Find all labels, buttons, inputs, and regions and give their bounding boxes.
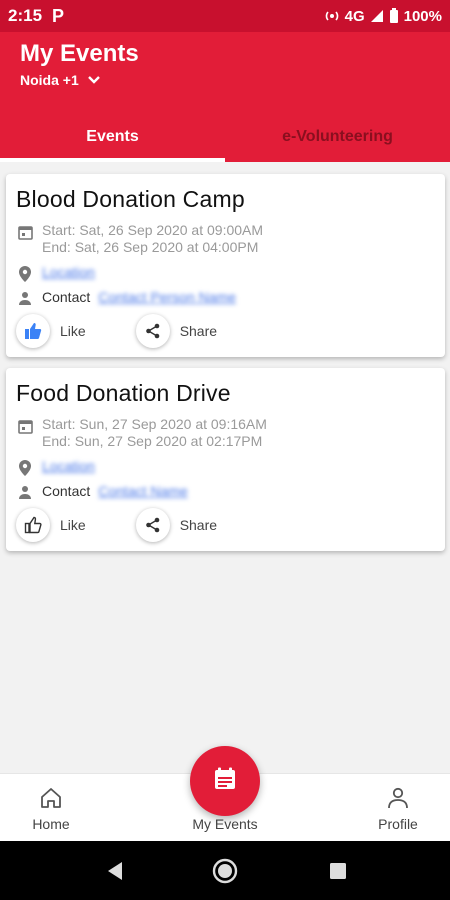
tab-e-volunteering[interactable]: e-Volunteering (225, 112, 450, 162)
thumbs-up-outline-icon (16, 508, 50, 542)
nav-home[interactable]: Home (20, 774, 82, 842)
nav-my-events-label: My Events (192, 816, 258, 832)
home-icon (39, 787, 63, 816)
event-card[interactable]: Food Donation Drive Start: Sun, 27 Sep 2… (6, 368, 445, 551)
signal-icon (370, 9, 384, 23)
person-icon (16, 483, 34, 499)
status-time: 2:15 (8, 6, 43, 25)
event-end: End: Sat, 26 Sep 2020 at 04:00PM (42, 239, 259, 255)
contact-link[interactable]: Contact Person Name (98, 289, 236, 305)
tab-events[interactable]: Events (0, 112, 225, 162)
page-title: My Events (20, 40, 139, 67)
share-icon (135, 314, 170, 348)
event-actions: Like Share (16, 508, 217, 542)
system-navigation-bar (0, 841, 450, 900)
share-icon (135, 508, 170, 542)
share-button[interactable]: Share (135, 314, 218, 348)
event-contact-row: Contact Contact Name (16, 483, 188, 499)
event-contact-row: Contact Contact Person Name (16, 289, 236, 305)
event-location-link[interactable]: Location (42, 458, 95, 474)
nav-profile-label: Profile (378, 816, 418, 832)
like-button[interactable]: Like (16, 508, 86, 542)
back-icon[interactable] (95, 841, 135, 900)
contact-label: Contact (42, 289, 91, 305)
my-events-fab[interactable] (190, 746, 260, 816)
like-button[interactable]: Like (16, 314, 86, 348)
event-title: Food Donation Drive (16, 380, 231, 406)
person-outline-icon (387, 787, 409, 816)
location-pin-icon (16, 264, 34, 282)
app-bar: My Events Noida +1 Events e-Volunteering (0, 32, 450, 162)
status-bar: 2:15 P 4G 100% (0, 0, 450, 32)
event-location-link[interactable]: Location (42, 264, 95, 280)
event-card[interactable]: Blood Donation Camp Start: Sat, 26 Sep 2… (6, 174, 445, 357)
event-location-row: Location (16, 264, 95, 282)
person-icon (16, 289, 34, 305)
event-dates: Start: Sat, 26 Sep 2020 at 09:00AM End: … (16, 222, 263, 256)
home-system-icon[interactable] (205, 841, 245, 900)
thumbs-up-filled-icon (16, 314, 50, 348)
like-label: Like (60, 517, 86, 533)
event-end: End: Sun, 27 Sep 2020 at 02:17PM (42, 433, 263, 449)
share-button[interactable]: Share (135, 508, 218, 542)
nav-profile[interactable]: Profile (368, 774, 428, 842)
network-type: 4G (344, 7, 365, 25)
like-label: Like (60, 323, 86, 339)
calendar-event-icon (212, 766, 238, 797)
event-start: Start: Sat, 26 Sep 2020 at 09:00AM (42, 222, 264, 238)
event-actions: Like Share (16, 314, 217, 348)
app-notification-icon: P (52, 5, 65, 26)
recents-icon[interactable] (318, 841, 358, 900)
tab-bar: Events e-Volunteering (0, 112, 450, 162)
location-pin-icon (16, 458, 34, 476)
share-label: Share (179, 517, 218, 533)
tab-label: e-Volunteering (282, 128, 393, 145)
battery-level: 100% (403, 7, 442, 25)
nav-home-label: Home (32, 816, 70, 832)
hotspot-icon (324, 8, 340, 24)
chevron-down-icon (87, 72, 101, 88)
tab-label: Events (86, 128, 139, 145)
contact-label: Contact (42, 483, 91, 499)
location-selector[interactable]: Noida +1 (20, 72, 101, 88)
share-label: Share (179, 323, 218, 339)
contact-link[interactable]: Contact Name (98, 483, 187, 499)
calendar-icon (16, 416, 34, 434)
event-location-row: Location (16, 458, 95, 476)
event-title: Blood Donation Camp (16, 186, 245, 212)
battery-icon (389, 8, 399, 24)
location-label: Noida +1 (20, 72, 79, 88)
event-start: Start: Sun, 27 Sep 2020 at 09:16AM (42, 416, 267, 432)
event-dates: Start: Sun, 27 Sep 2020 at 09:16AM End: … (16, 416, 267, 450)
calendar-icon (16, 222, 34, 240)
